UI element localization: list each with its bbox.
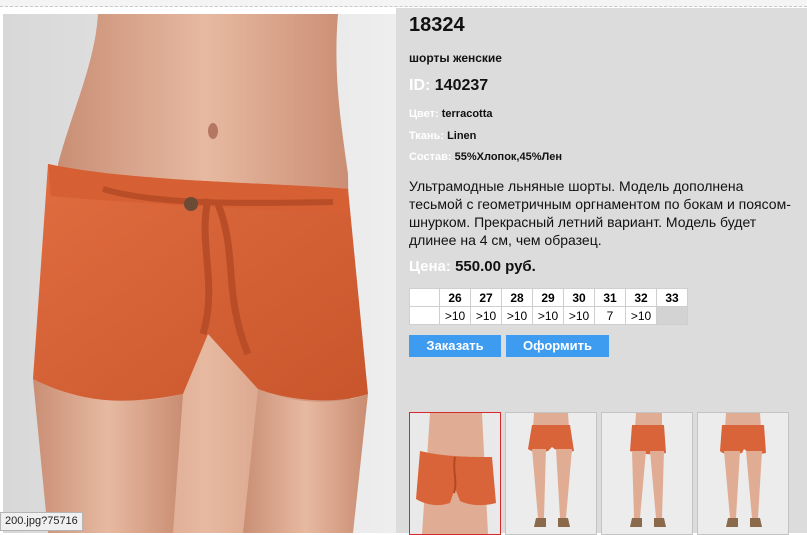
main-photo-illustration [3,14,396,533]
price-value: 550.00 руб. [455,258,536,275]
product-id: ID: 140237 [409,77,488,95]
thumbnail-side-view[interactable] [601,412,693,535]
stock-cell-unavailable [656,306,688,325]
size-cell: 26 [439,288,471,307]
thumbnail-image [602,413,692,534]
size-cell: 27 [470,288,502,307]
color-label: Цвет: [409,108,439,120]
stock-cell[interactable]: >10 [470,306,502,325]
stock-row: >10 >10 >10 >10 >10 7 >10 [409,306,688,325]
size-header-row: 26 27 28 29 30 31 32 33 [409,288,688,307]
main-product-photo [3,14,396,533]
composition-label: Состав: [409,151,452,163]
price-label: Цена: [409,258,451,275]
thumbnail-image [410,413,500,534]
size-cell: 32 [625,288,657,307]
stock-cell[interactable]: >10 [501,306,533,325]
fabric-label: Ткань: [409,130,444,142]
thumbnail-front-full[interactable] [505,412,597,535]
size-cell [409,288,440,307]
stock-cell[interactable]: >10 [625,306,657,325]
product-title: 18324 [409,14,465,36]
stock-cell [409,306,440,325]
composition-value: 55%Хлопок,45%Лен [454,151,562,163]
product-price: Цена: 550.00 руб. [409,258,536,275]
stock-cell[interactable]: >10 [563,306,595,325]
size-cell: 29 [532,288,564,307]
stock-cell[interactable]: 7 [594,306,626,325]
thumbnail-back-view[interactable] [697,412,789,535]
size-cell: 30 [563,288,595,307]
thumbnail-image [506,413,596,534]
color-value: terracotta [441,108,493,120]
status-bar-url: 200.jpg?75716 [0,512,83,531]
thumbnail-image [698,413,788,534]
checkout-button[interactable]: Оформить [506,335,609,357]
id-label: ID: [409,77,431,94]
color-attribute: Цвет: terracotta [409,108,493,120]
size-table: 26 27 28 29 30 31 32 33 >10 >10 >10 >10 … [409,288,688,325]
order-button[interactable]: Заказать [409,335,501,357]
product-subtitle: шорты женские [409,51,502,65]
size-cell: 33 [656,288,688,307]
fabric-attribute: Ткань: Linen [409,130,476,142]
size-cell: 31 [594,288,626,307]
size-cell: 28 [501,288,533,307]
top-border [0,0,807,7]
stock-cell[interactable]: >10 [532,306,564,325]
fabric-value: Linen [447,130,477,142]
stock-cell[interactable]: >10 [439,306,471,325]
product-description: Ультрамодные льняные шорты. Модель допол… [409,178,791,248]
id-value: 140237 [434,77,489,94]
thumbnail-front-closeup[interactable] [409,412,501,535]
composition-attribute: Состав: 55%Хлопок,45%Лен [409,151,562,163]
